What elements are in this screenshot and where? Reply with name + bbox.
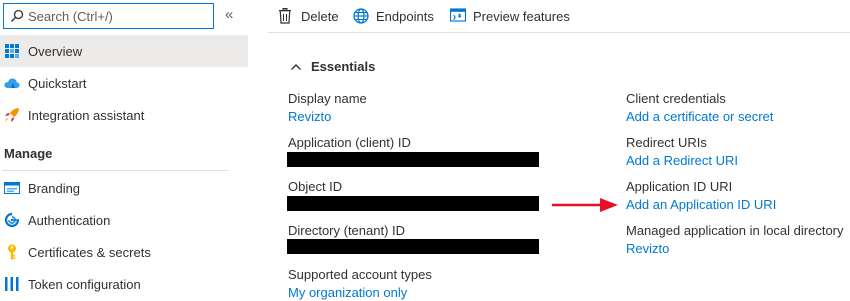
cloud-icon xyxy=(4,75,20,91)
sidebar-item-label: Overview xyxy=(28,43,83,59)
redirect-uris-label: Redirect URIs xyxy=(626,135,707,150)
essentials-toggle[interactable]: Essentials xyxy=(290,59,375,74)
search-icon xyxy=(10,9,24,23)
redacted-application-id xyxy=(287,152,539,167)
main-content: Delete Endpoints Preview features Essent… xyxy=(268,0,850,301)
manage-divider xyxy=(2,170,228,171)
application-client-id-label: Application (client) ID xyxy=(288,135,411,150)
sidebar-item-overview[interactable]: Overview xyxy=(0,35,248,67)
sidebar-item-label: Authentication xyxy=(28,212,111,228)
overview-grid-icon xyxy=(4,43,20,59)
add-application-id-uri-link[interactable]: Add an Application ID URI xyxy=(626,197,776,212)
sidebar-item-label: Integration assistant xyxy=(28,107,145,123)
branding-icon xyxy=(4,180,20,196)
sidebar-item-label: Quickstart xyxy=(28,75,87,91)
sidebar-item-authentication[interactable]: Authentication xyxy=(0,204,248,236)
sidebar-item-token-configuration[interactable]: Token configuration xyxy=(0,268,248,300)
globe-icon xyxy=(353,8,369,24)
endpoints-label: Endpoints xyxy=(376,8,434,24)
search-box[interactable] xyxy=(3,3,214,29)
essentials-label: Essentials xyxy=(311,59,376,74)
delete-label: Delete xyxy=(301,8,339,24)
sidebar-item-certificates-secrets[interactable]: Certificates & secrets xyxy=(0,236,248,268)
directory-tenant-id-label: Directory (tenant) ID xyxy=(288,223,406,238)
sidebar: « Overview Quickstart Integration assist… xyxy=(0,0,248,301)
sidebar-item-integration-assistant[interactable]: Integration assistant xyxy=(0,99,248,131)
rocket-icon xyxy=(4,107,20,123)
client-credentials-label: Client credentials xyxy=(626,91,726,106)
trash-icon xyxy=(278,8,294,24)
toolbar-divider xyxy=(268,32,850,33)
redacted-object-id xyxy=(287,196,539,211)
supported-account-types-label: Supported account types xyxy=(288,267,432,282)
display-name-link[interactable]: Revizto xyxy=(288,109,331,124)
sidebar-item-quickstart[interactable]: Quickstart xyxy=(0,67,248,99)
key-icon xyxy=(4,244,20,260)
delete-button[interactable]: Delete xyxy=(278,5,339,27)
display-name-label: Display name xyxy=(288,91,367,106)
sidebar-item-label: Branding xyxy=(28,180,81,196)
add-certificate-secret-link[interactable]: Add a certificate or secret xyxy=(626,109,773,124)
collapse-sidebar-icon[interactable]: « xyxy=(225,6,239,24)
application-id-uri-label: Application ID URI xyxy=(626,179,733,194)
sidebar-item-branding[interactable]: Branding xyxy=(0,172,248,204)
manage-group-label: Manage xyxy=(4,146,53,161)
preview-features-label: Preview features xyxy=(473,8,570,24)
sidebar-item-label: Certificates & secrets xyxy=(28,244,151,260)
managed-application-link[interactable]: Revizto xyxy=(626,241,669,256)
token-bars-icon xyxy=(4,276,20,292)
add-redirect-uri-link[interactable]: Add a Redirect URI xyxy=(626,153,738,168)
command-bar: Delete Endpoints Preview features xyxy=(268,0,850,32)
managed-application-label: Managed application in local directory xyxy=(626,223,844,238)
preview-features-button[interactable]: Preview features xyxy=(450,5,570,27)
preview-features-icon xyxy=(450,8,466,24)
redacted-directory-id xyxy=(287,239,539,254)
sidebar-item-label: Token configuration xyxy=(28,276,141,292)
authentication-icon xyxy=(4,212,20,228)
object-id-label: Object ID xyxy=(288,179,343,194)
endpoints-button[interactable]: Endpoints xyxy=(353,5,434,27)
supported-account-types-link[interactable]: My organization only xyxy=(288,285,407,300)
annotation-arrow-icon xyxy=(552,198,618,212)
search-input[interactable] xyxy=(28,8,198,24)
chevron-up-icon xyxy=(290,61,302,73)
